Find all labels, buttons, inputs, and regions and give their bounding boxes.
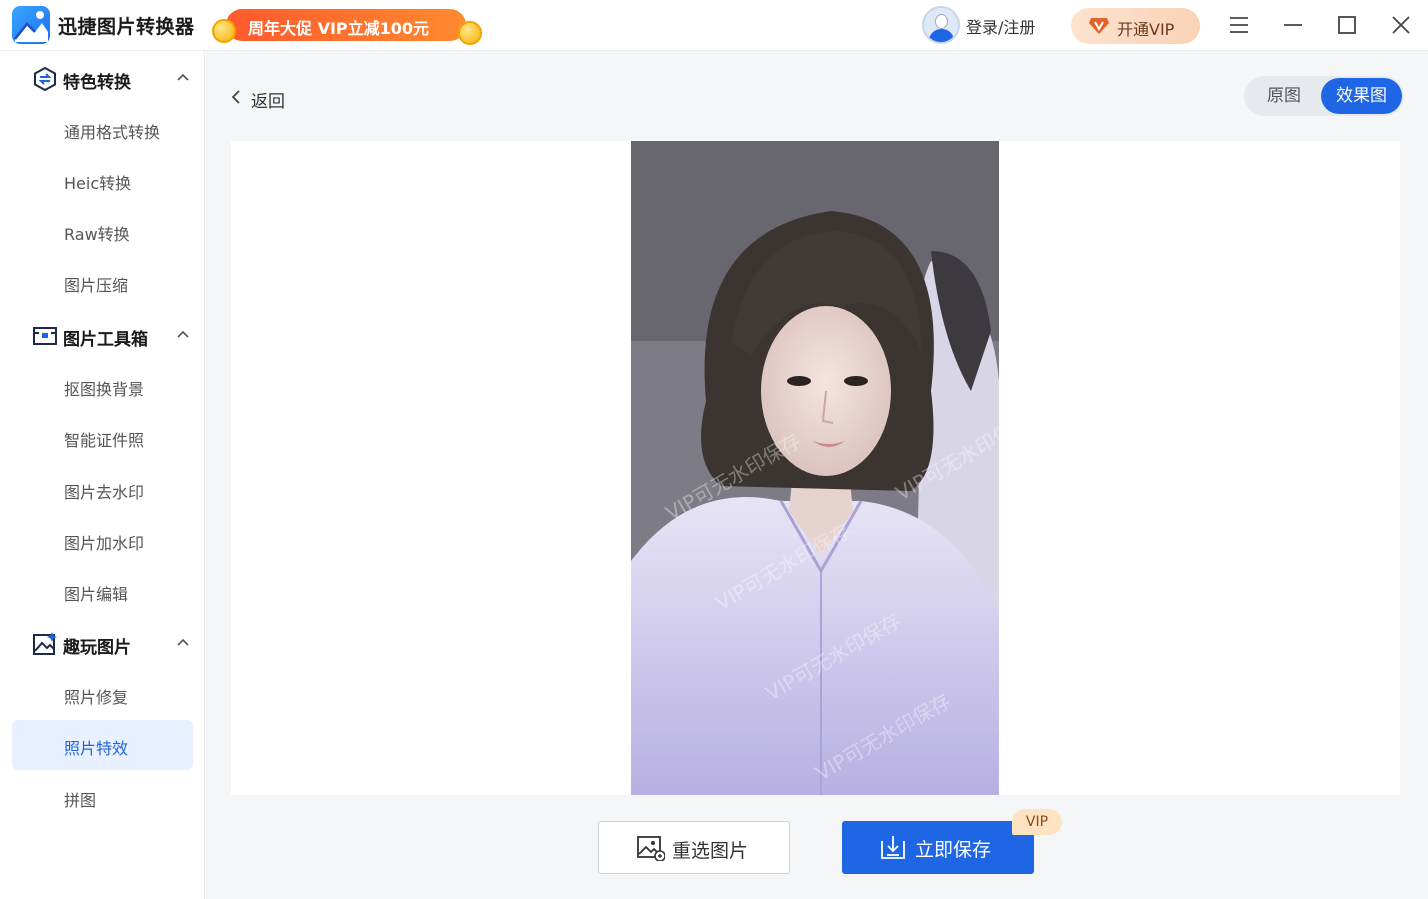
- reselect-label: 重选图片: [672, 840, 749, 862]
- sidebar-item-photo-effects[interactable]: 照片特效: [12, 720, 193, 770]
- sidebar-item-label: 照片修复: [64, 688, 129, 707]
- app-logo-icon: [12, 6, 50, 44]
- login-register-link[interactable]: 登录/注册: [966, 14, 1035, 38]
- view-toggle: 原图 效果图: [1244, 76, 1404, 116]
- sidebar-item-label: 图片压缩: [64, 276, 129, 295]
- vip-diamond-icon: [1089, 18, 1109, 34]
- tab-effect[interactable]: 效果图: [1321, 78, 1402, 114]
- sidebar-item-label: 智能证件照: [64, 431, 145, 450]
- image-play-icon: [33, 632, 57, 655]
- promo-text: 周年大促 VIP立减100元: [248, 19, 430, 38]
- sidebar-group-label: 趣玩图片: [63, 638, 131, 658]
- chevron-up-icon[interactable]: [176, 72, 190, 82]
- sidebar-group-toolbox[interactable]: 图片工具箱: [0, 311, 205, 357]
- maximize-icon[interactable]: [1334, 12, 1360, 38]
- back-label: 返回: [251, 92, 285, 112]
- sidebar-item-image-edit[interactable]: 图片编辑: [12, 566, 193, 616]
- save-now-button[interactable]: 立即保存: [842, 821, 1034, 874]
- image-icon: [637, 836, 665, 861]
- sidebar-item-raw[interactable]: Raw转换: [12, 206, 193, 256]
- portrait-illustration: VIP可无水印保存 VIP可无水印保存 VIP可无水印保存 VIP可无水印保存 …: [631, 141, 999, 795]
- sidebar-item-id-photo[interactable]: 智能证件照: [12, 412, 193, 462]
- vip-badge: VIP: [1012, 809, 1062, 835]
- coin-icon: [458, 21, 482, 45]
- sidebar-item-general-format[interactable]: 通用格式转换: [12, 104, 193, 154]
- result-photo: VIP可无水印保存 VIP可无水印保存 VIP可无水印保存 VIP可无水印保存 …: [631, 141, 999, 795]
- open-vip-button[interactable]: 开通VIP: [1071, 8, 1200, 44]
- coin-icon: [212, 19, 236, 43]
- app-title: 迅捷图片转换器: [58, 16, 195, 38]
- close-icon[interactable]: [1388, 12, 1414, 38]
- title-bar: 迅捷图片转换器 周年大促 VIP立减100元 登录/注册 开通VIP: [0, 0, 1428, 51]
- sidebar-item-label: 拼图: [64, 791, 97, 810]
- sidebar: 特色转换 通用格式转换 Heic转换 Raw转换 图片压缩 图片工具箱 抠图换背…: [0, 51, 205, 899]
- tab-original[interactable]: 原图: [1246, 78, 1322, 114]
- reselect-image-button[interactable]: 重选图片: [598, 821, 790, 874]
- save-label: 立即保存: [915, 839, 992, 861]
- promo-banner[interactable]: 周年大促 VIP立减100元: [212, 7, 482, 45]
- sidebar-item-add-watermark[interactable]: 图片加水印: [12, 515, 193, 565]
- sidebar-item-remove-watermark[interactable]: 图片去水印: [12, 464, 193, 514]
- sidebar-group-label: 图片工具箱: [63, 330, 148, 350]
- toolbox-icon: [33, 327, 57, 345]
- sidebar-item-label: 图片去水印: [64, 483, 145, 502]
- sidebar-group-special-convert[interactable]: 特色转换: [0, 54, 205, 100]
- sidebar-item-label: 抠图换背景: [64, 380, 145, 399]
- sidebar-item-compress[interactable]: 图片压缩: [12, 257, 193, 307]
- sidebar-item-photo-repair[interactable]: 照片修复: [12, 669, 193, 719]
- sidebar-group-fun-images[interactable]: 趣玩图片: [0, 619, 205, 665]
- user-avatar-icon[interactable]: [922, 6, 960, 44]
- download-icon: [881, 836, 905, 859]
- convert-icon: [34, 67, 56, 91]
- sidebar-item-label: 照片特效: [64, 739, 129, 758]
- menu-icon[interactable]: [1226, 12, 1252, 38]
- chevron-left-icon: [231, 90, 240, 104]
- sidebar-item-collage[interactable]: 拼图: [12, 772, 193, 822]
- chevron-up-icon[interactable]: [176, 329, 190, 339]
- open-vip-label: 开通VIP: [1117, 20, 1175, 39]
- sidebar-group-label: 特色转换: [63, 73, 131, 93]
- minimize-icon[interactable]: [1280, 12, 1306, 38]
- sidebar-item-cutout[interactable]: 抠图换背景: [12, 361, 193, 411]
- sidebar-item-label: 图片加水印: [64, 534, 145, 553]
- chevron-up-icon[interactable]: [176, 637, 190, 647]
- sidebar-item-label: 图片编辑: [64, 585, 129, 604]
- sidebar-item-heic[interactable]: Heic转换: [12, 155, 193, 205]
- sidebar-item-label: Heic转换: [64, 174, 132, 193]
- sidebar-item-label: Raw转换: [64, 225, 130, 244]
- sidebar-item-label: 通用格式转换: [64, 123, 161, 142]
